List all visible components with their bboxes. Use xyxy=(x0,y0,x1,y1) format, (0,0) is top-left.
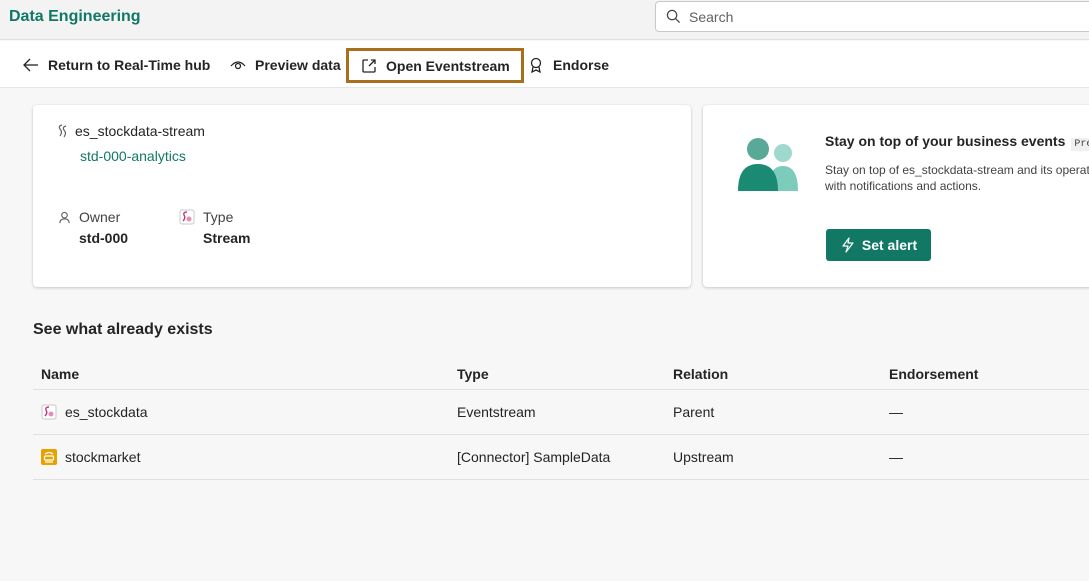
endorse-label: Endorse xyxy=(553,57,610,73)
open-eventstream-button[interactable]: Open Eventstream xyxy=(346,48,524,83)
table-header-row: Name Type Relation Endorsement xyxy=(33,358,1089,390)
row-endorsement: — xyxy=(889,404,903,420)
eventstream-icon xyxy=(179,209,195,225)
row-relation: Parent xyxy=(673,404,715,420)
workspace-link[interactable]: std-000-analytics xyxy=(80,148,186,164)
row-relation: Upstream xyxy=(673,449,734,465)
row-name: stockmarket xyxy=(65,449,141,465)
preview-badge: Preview xyxy=(1071,138,1089,151)
connector-icon xyxy=(41,449,57,465)
row-name-cell[interactable]: es_stockdata xyxy=(41,390,148,434)
owner-label-group: Owner xyxy=(58,209,120,225)
app-title[interactable]: Data Engineering xyxy=(9,8,141,26)
open-label: Open Eventstream xyxy=(386,57,510,74)
ribbon-icon xyxy=(530,57,542,74)
return-label: Return to Real-Time hub xyxy=(48,57,211,73)
row-type: Eventstream xyxy=(457,404,536,420)
eye-icon xyxy=(230,61,246,70)
column-header-type[interactable]: Type xyxy=(457,358,489,389)
type-label-group: Type xyxy=(179,209,233,225)
preview-data-button[interactable]: Preview data xyxy=(219,48,351,82)
alert-card: Stay on top of your business events Previ… xyxy=(703,105,1089,287)
related-items-table: Name Type Relation Endorsement es_stockd… xyxy=(33,358,1089,480)
people-illustration-icon xyxy=(738,138,798,191)
alert-description: Stay on top of es_stockdata-stream and i… xyxy=(825,163,1089,193)
eventstream-icon xyxy=(41,404,57,420)
row-type: [Connector] SampleData xyxy=(457,449,611,465)
table-row[interactable]: es_stockdata Eventstream Parent — xyxy=(33,390,1089,435)
section-title: See what already exists xyxy=(33,321,213,338)
table-row[interactable]: stockmarket [Connector] SampleData Upstr… xyxy=(33,435,1089,480)
alert-title: Stay on top of your business events Previ… xyxy=(825,133,1089,151)
search-icon xyxy=(666,9,681,24)
column-header-relation[interactable]: Relation xyxy=(673,358,728,389)
endorse-button[interactable]: Endorse xyxy=(517,48,619,82)
alert-title-text: Stay on top of your business events xyxy=(825,133,1066,149)
top-header: Data Engineering xyxy=(0,0,1089,40)
row-endorsement: — xyxy=(889,449,903,465)
lightning-icon xyxy=(842,237,854,253)
person-icon xyxy=(59,211,70,223)
type-label: Type xyxy=(203,209,234,225)
arrow-left-icon xyxy=(23,58,38,72)
item-details-card: es_stockdata-stream std-000-analytics Ow… xyxy=(33,105,691,287)
command-toolbar: Return to Real-Time hub Preview data Ope… xyxy=(0,41,1089,88)
row-name-cell[interactable]: stockmarket xyxy=(41,435,140,479)
stream-name: es_stockdata-stream xyxy=(75,123,205,139)
owner-label: Owner xyxy=(79,209,121,225)
column-header-name[interactable]: Name xyxy=(41,358,79,389)
owner-value: std-000 xyxy=(79,230,129,246)
set-alert-label: Set alert xyxy=(861,237,918,253)
preview-label: Preview data xyxy=(255,57,341,73)
row-name: es_stockdata xyxy=(65,404,148,420)
type-value: Stream xyxy=(203,230,251,246)
column-header-endorsement[interactable]: Endorsement xyxy=(889,358,978,389)
return-to-hub-button[interactable]: Return to Real-Time hub xyxy=(12,48,220,82)
set-alert-button[interactable]: Set alert xyxy=(826,229,931,261)
stream-icon xyxy=(58,124,67,138)
search-input[interactable] xyxy=(689,8,1069,25)
search-box[interactable] xyxy=(655,1,1089,32)
open-external-icon xyxy=(362,58,376,73)
stream-title: es_stockdata-stream xyxy=(57,123,205,139)
